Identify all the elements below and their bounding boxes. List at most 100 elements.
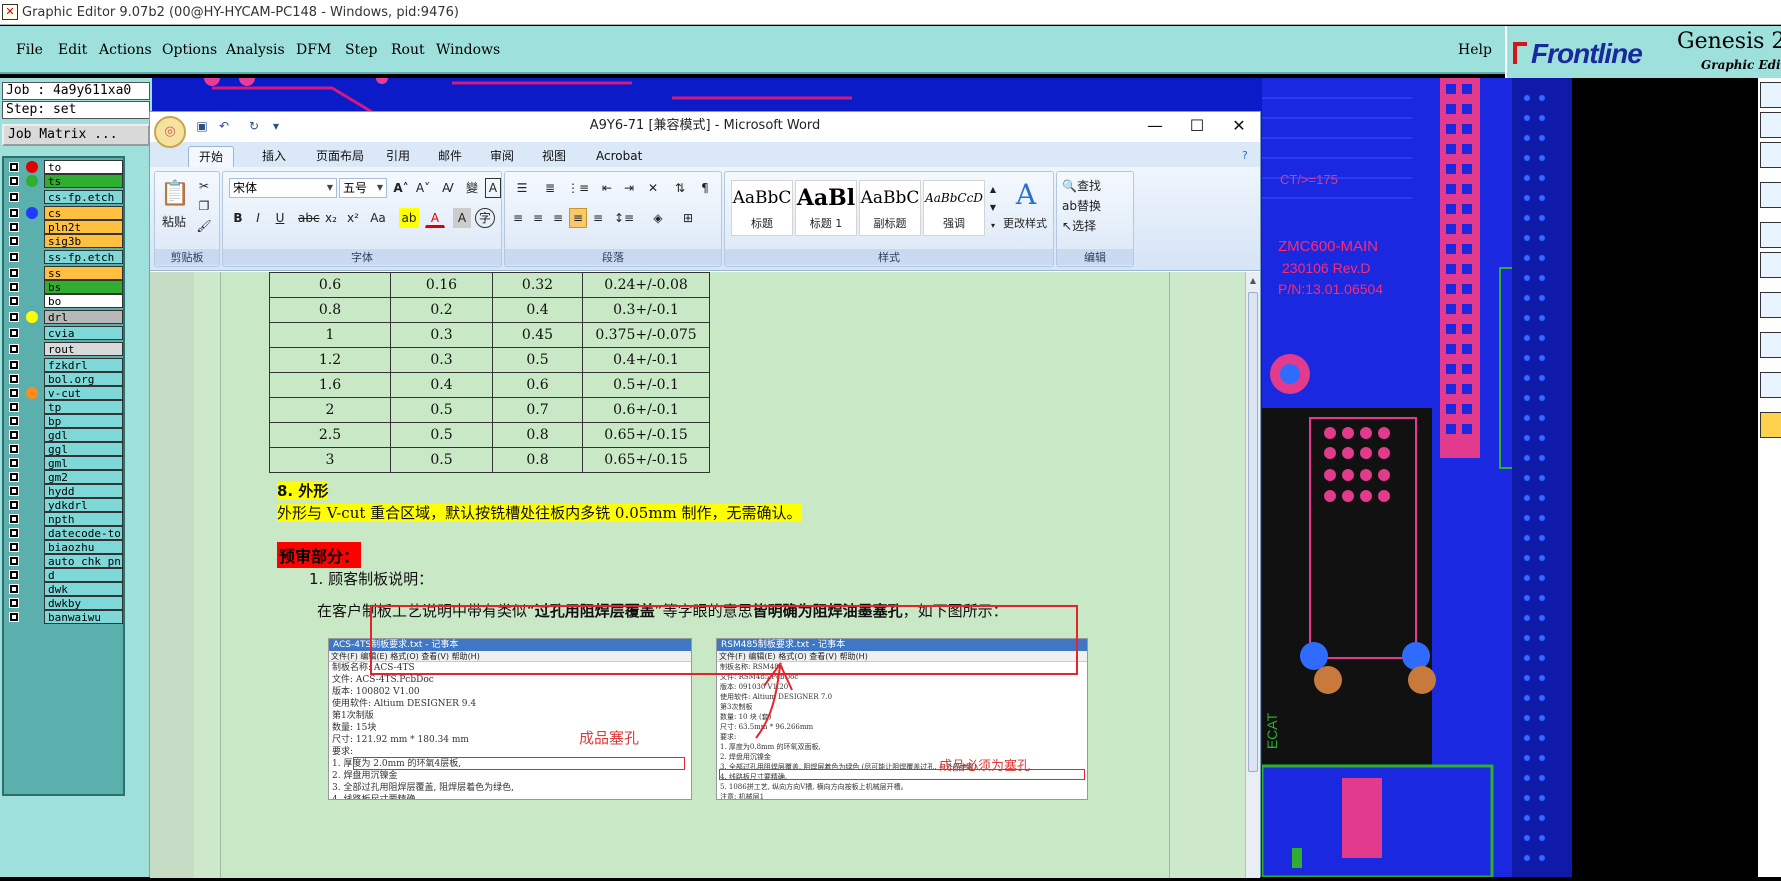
menu-options[interactable]: Options (162, 42, 217, 58)
chinese-layout-icon[interactable]: ✕ (641, 178, 665, 198)
layer-checkbox[interactable] (9, 472, 19, 482)
layer-row[interactable]: auto_chk_pn (6, 554, 125, 568)
maximize-icon[interactable]: ☐ (1174, 112, 1220, 140)
layer-checkbox[interactable] (9, 374, 19, 384)
layer-row[interactable]: v-cut (6, 386, 125, 400)
tab-page-layout[interactable]: 页面布局 (306, 146, 374, 167)
layer-checkbox[interactable] (9, 528, 19, 538)
layer-checkbox[interactable] (9, 556, 19, 566)
layer-checkbox[interactable] (9, 176, 19, 186)
layer-row[interactable]: drl (6, 310, 125, 324)
layer-checkbox[interactable] (9, 192, 19, 202)
layer-row[interactable]: cs (6, 206, 125, 220)
layer-checkbox[interactable] (9, 360, 19, 370)
layer-row[interactable]: cs-fp.etch (6, 190, 125, 204)
tool-layers-icon[interactable] (1760, 182, 1781, 208)
tool-edit-icon[interactable] (1760, 332, 1781, 358)
layer-checkbox[interactable] (9, 252, 19, 262)
layer-name[interactable]: bs (44, 280, 123, 294)
line-spacing-icon[interactable]: ↕≡ (611, 208, 637, 228)
shading-icon[interactable]: ◈ (645, 208, 671, 228)
job-matrix-button[interactable]: Job Matrix ... (2, 124, 150, 146)
tab-home[interactable]: 开始 (188, 146, 235, 167)
tab-mailings[interactable]: 邮件 (428, 146, 472, 167)
layer-name[interactable]: pln2t (44, 220, 123, 234)
close-icon[interactable]: ✕ (1216, 112, 1262, 140)
layer-name[interactable]: biaozhu (44, 540, 123, 554)
layer-checkbox[interactable] (9, 312, 19, 322)
layer-name[interactable]: banwaiwu (44, 610, 123, 624)
tool-select-icon[interactable] (1760, 222, 1781, 248)
style-subtitle[interactable]: AaBbC 副标题 (859, 180, 921, 236)
align-center-icon[interactable]: ≡ (529, 208, 547, 228)
layer-row[interactable]: d (6, 568, 125, 582)
menu-dfm[interactable]: DFM (296, 42, 331, 58)
office-button-icon[interactable]: ◎ (154, 116, 186, 148)
layer-name[interactable]: ydkdrl (44, 498, 123, 512)
layer-checkbox[interactable] (9, 282, 19, 292)
enclose-char-icon[interactable]: 字 (475, 208, 495, 228)
layer-checkbox[interactable] (9, 344, 19, 354)
layer-row[interactable]: fzkdrl (6, 358, 125, 372)
document-area[interactable]: 0.6 0.16 0.32 0.24+/-0.08 0.8 0.2 0.4 0.3+/-0.1… (150, 272, 1260, 878)
strikethrough-icon[interactable]: abc (297, 208, 320, 228)
scroll-thumb[interactable] (1248, 292, 1258, 772)
layer-row[interactable]: dwkby (6, 596, 125, 610)
minimize-icon[interactable]: — (1132, 112, 1178, 140)
layer-checkbox[interactable] (9, 584, 19, 594)
tool-fit-icon[interactable] (1760, 142, 1781, 168)
layer-checkbox[interactable] (9, 328, 19, 338)
layer-name[interactable]: bo (44, 294, 123, 308)
tab-insert[interactable]: 插入 (252, 146, 296, 167)
paste-icon[interactable]: 📋 (159, 176, 190, 210)
layer-name[interactable]: bp (44, 414, 123, 428)
scroll-up-icon[interactable]: ▲ (1247, 276, 1259, 288)
underline-icon[interactable]: U (269, 208, 291, 228)
layer-row[interactable]: bo (6, 294, 125, 308)
layer-name[interactable]: drl (44, 310, 123, 324)
grow-font-icon[interactable]: A˄ (391, 178, 411, 198)
tab-acrobat[interactable]: Acrobat (586, 146, 652, 167)
change-styles-button[interactable]: 更改样式 (997, 214, 1053, 234)
menu-help[interactable]: Help (1458, 42, 1492, 58)
style-title[interactable]: AaBbC 标题 (731, 180, 793, 236)
menu-windows[interactable]: Windows (436, 42, 500, 58)
layer-name[interactable]: cs-fp.etch (44, 190, 123, 204)
layer-name[interactable]: ss-fp.etch (44, 250, 123, 264)
layer-checkbox[interactable] (9, 402, 19, 412)
layer-row[interactable]: gdl (6, 428, 125, 442)
select-button[interactable]: ↖选择 (1061, 216, 1125, 236)
layer-checkbox[interactable] (9, 458, 19, 468)
layer-checkbox[interactable] (9, 296, 19, 306)
layer-name[interactable]: auto_chk_pn (44, 554, 123, 568)
layer-name[interactable]: dwk (44, 582, 123, 596)
copy-icon[interactable]: ❐ (195, 196, 213, 216)
layer-row[interactable]: gml (6, 456, 125, 470)
bold-icon[interactable]: B (229, 208, 247, 228)
char-shading-icon[interactable]: A (453, 208, 471, 228)
tab-references[interactable]: 引用 (376, 146, 420, 167)
layer-checkbox[interactable] (9, 612, 19, 622)
layer-row[interactable]: ggl (6, 442, 125, 456)
layer-name[interactable]: bol.org (44, 372, 123, 386)
italic-icon[interactable]: I (249, 208, 267, 228)
tool-net-icon[interactable] (1760, 252, 1781, 278)
layer-name[interactable]: gdl (44, 428, 123, 442)
layer-row[interactable]: gm2 (6, 470, 125, 484)
layer-row[interactable]: dwk (6, 582, 125, 596)
layer-name[interactable]: npth (44, 512, 123, 526)
menu-actions[interactable]: Actions (99, 42, 152, 58)
layer-checkbox[interactable] (9, 416, 19, 426)
layer-name[interactable]: to (44, 160, 123, 174)
menu-analysis[interactable]: Analysis (226, 42, 285, 58)
layer-row[interactable]: pln2t (6, 220, 125, 234)
layer-row[interactable]: sig3b (6, 234, 125, 248)
show-marks-icon[interactable]: ¶ (695, 178, 715, 198)
layer-checkbox[interactable] (9, 388, 19, 398)
layer-row[interactable]: to (6, 160, 125, 174)
layer-row[interactable]: bs (6, 280, 125, 294)
menu-rout[interactable]: Rout (391, 42, 425, 58)
tool-pointer-icon[interactable] (1760, 412, 1781, 438)
layer-name[interactable]: ss (44, 266, 123, 280)
layer-row[interactable]: ts (6, 174, 125, 188)
